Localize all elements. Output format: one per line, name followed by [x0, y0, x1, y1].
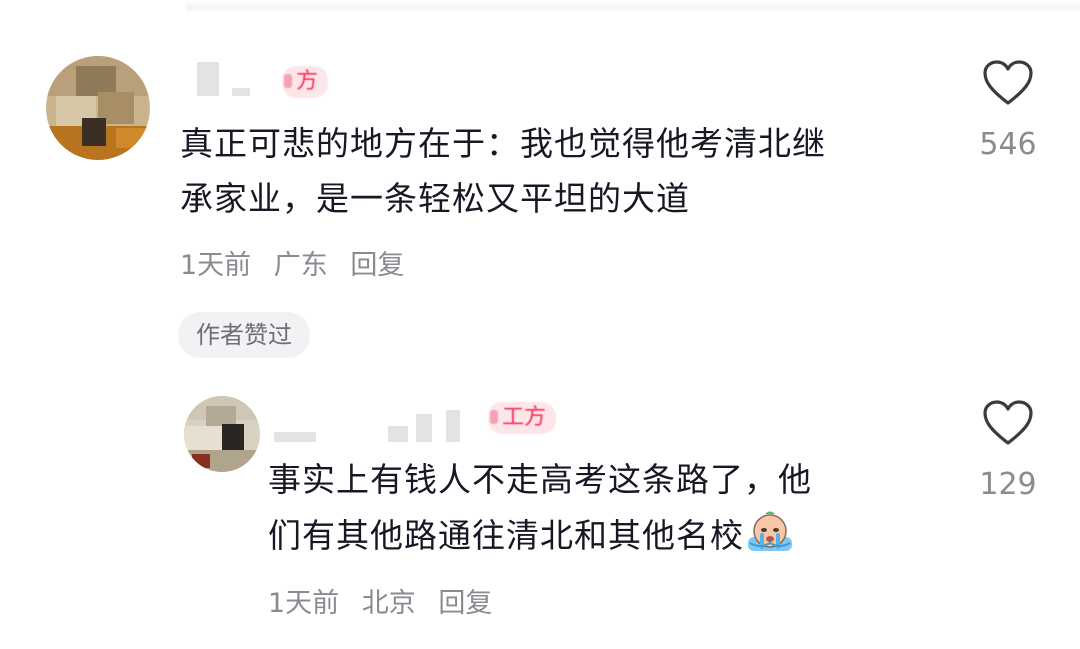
comment-time: 1天前: [268, 588, 340, 619]
crying-emoji-icon: [748, 511, 792, 551]
avatar[interactable]: [46, 56, 150, 160]
username-blurred[interactable]: [274, 432, 316, 442]
user-badge: 方: [282, 66, 329, 98]
comment-meta: 1天前 北京 回复: [268, 590, 506, 617]
username-blurred[interactable]: [232, 88, 250, 96]
username-blurred[interactable]: [446, 410, 460, 442]
user-badge: 工方: [488, 402, 557, 434]
reply-comment-item: 工方 事实上有钱人不走高考这条路了，他 们有其他路通往清北和其他名校 1天前 北…: [0, 380, 1080, 649]
comment-text: 事实上有钱人不走高考这条路了，他 们有其他路通往清北和其他名校: [268, 452, 948, 563]
avatar[interactable]: [184, 396, 260, 472]
comment-text-line-content: 们有其他路通往清北和其他名校: [268, 516, 744, 555]
comment-location: 北京: [361, 588, 416, 619]
reply-button[interactable]: 回复: [350, 250, 404, 281]
heart-icon[interactable]: [983, 60, 1033, 106]
comment-text-line: 承家业，是一条轻松又平坦的大道: [180, 179, 690, 218]
username-blurred[interactable]: [416, 414, 432, 442]
comment-text-line: 真正可悲的地方在于：我也觉得他考清北继: [180, 124, 826, 163]
user-badge-text: 工方: [502, 405, 547, 430]
like-count: 546: [979, 127, 1037, 162]
comment-item: 方 真正可悲的地方在于：我也觉得他考清北继 承家业，是一条轻松又平坦的大道 1天…: [0, 0, 1080, 380]
reply-button[interactable]: 回复: [438, 588, 492, 619]
username-blurred[interactable]: [388, 426, 408, 442]
user-badge-text: 方: [296, 69, 319, 94]
username-blurred[interactable]: [197, 62, 219, 96]
comment-time: 1天前: [180, 250, 252, 281]
comment-location: 广东: [273, 250, 328, 281]
comment-meta: 1天前 广东 回复: [180, 252, 418, 279]
like-button[interactable]: 546: [970, 60, 1046, 160]
like-count: 129: [979, 467, 1037, 502]
comment-text-line: 事实上有钱人不走高考这条路了，他: [268, 460, 812, 499]
author-liked-tag: 作者赞过: [178, 312, 310, 358]
comment-text: 真正可悲的地方在于：我也觉得他考清北继 承家业，是一条轻松又平坦的大道: [180, 116, 960, 226]
like-button[interactable]: 129: [970, 400, 1046, 500]
comment-text-line: 们有其他路通往清北和其他名校: [268, 507, 948, 563]
heart-icon[interactable]: [983, 400, 1033, 446]
